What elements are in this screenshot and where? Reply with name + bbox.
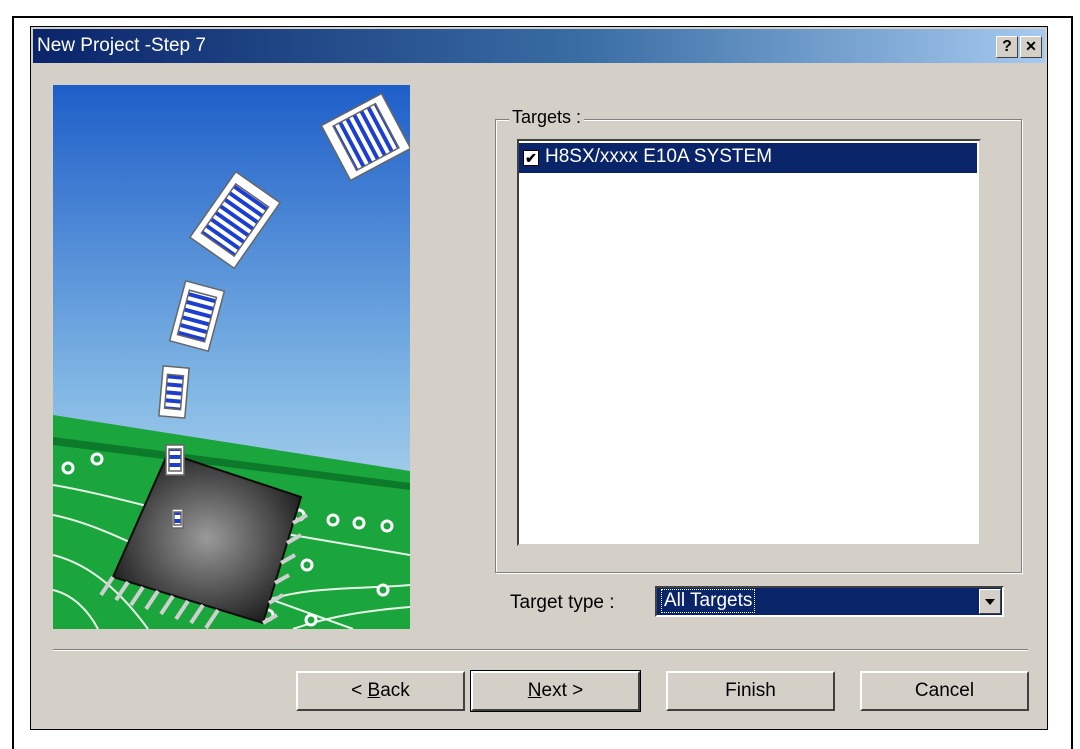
help-icon[interactable]: ? (996, 36, 1018, 58)
button-separator (53, 649, 1028, 651)
next-accelerator: N (527, 680, 542, 701)
close-icon[interactable]: ✕ (1020, 36, 1042, 58)
title-bar: New Project -Step 7 ? ✕ (33, 29, 1045, 63)
wizard-illustration (53, 85, 410, 629)
checkbox-icon[interactable]: ✔ (523, 150, 539, 166)
finish-button[interactable]: Finish (666, 671, 835, 711)
cancel-button[interactable]: Cancel (860, 671, 1029, 711)
new-project-dialog: New Project -Step 7 ? ✕ Targets: ✔ H8SX… (30, 26, 1048, 730)
target-item-h8sx-e10a[interactable]: ✔ H8SX/xxxx E10A SYSTEM (519, 143, 977, 173)
target-item-label: H8SX/xxxx E10A SYSTEM (545, 146, 773, 167)
next-rest: ext > (541, 680, 584, 701)
back-rest: ack (380, 680, 410, 701)
target-type-label: Target type : (510, 592, 615, 613)
dropdown-arrow-icon[interactable] (979, 589, 1001, 614)
back-accelerator: B (367, 680, 381, 701)
target-type-select[interactable]: All Targets (655, 586, 1004, 617)
back-prefix: < (351, 680, 368, 701)
targets-listbox[interactable]: ✔ H8SX/xxxx E10A SYSTEM (517, 139, 981, 546)
next-button[interactable]: Next > (470, 670, 641, 712)
window-title: New Project -Step 7 (37, 35, 206, 56)
target-type-value: All Targets (660, 589, 756, 613)
back-button[interactable]: < Back (296, 671, 465, 711)
targets-group-label: Targets : (509, 107, 585, 128)
